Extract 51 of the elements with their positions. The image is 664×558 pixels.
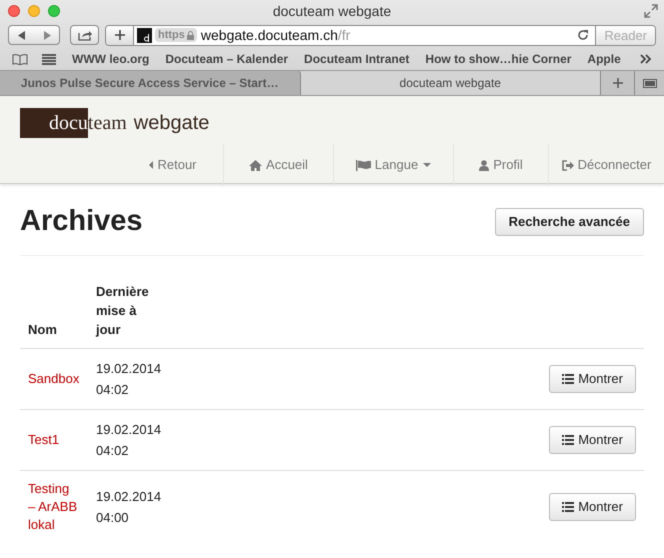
- close-button[interactable]: [8, 5, 20, 17]
- show-button[interactable]: Montrer: [549, 493, 636, 521]
- advanced-search-button[interactable]: Recherche avancée: [494, 208, 644, 236]
- table-cell-text: 19.02.2014 04:02: [96, 421, 162, 460]
- share-icon: [78, 30, 92, 40]
- share-button[interactable]: [70, 25, 99, 45]
- nav-link[interactable]: Accueil: [223, 144, 333, 186]
- window-title: docuteam webgate: [272, 2, 392, 21]
- bookmark-link[interactable]: Docuteam – Kalender: [165, 50, 288, 68]
- caret-icon: [423, 163, 432, 167]
- chevrons-icon[interactable]: [640, 54, 652, 64]
- browser-tab[interactable]: Junos Pulse Secure Access Service – Start…: [0, 71, 300, 95]
- fullscreen-icon[interactable]: [644, 4, 658, 18]
- sign-out-icon: [562, 160, 574, 170]
- archive-link[interactable]: Test1: [28, 431, 80, 449]
- column-header: Nom: [20, 282, 88, 348]
- zoom-button[interactable]: [48, 5, 60, 17]
- browser-tab[interactable]: docuteam webgate: [300, 71, 600, 95]
- nav-link[interactable]: Déconnecter: [548, 144, 664, 186]
- bookmark-link[interactable]: How to show…hie Corner: [425, 50, 572, 68]
- flag-icon: [356, 160, 371, 170]
- forward-icon[interactable]: [42, 30, 50, 40]
- nav-link[interactable]: Langue: [333, 144, 453, 186]
- bookmark-link[interactable]: WWW leo.org: [72, 50, 150, 68]
- list-icon: [562, 374, 574, 384]
- home-icon: [249, 160, 262, 170]
- bookmark-link[interactable]: Docuteam Intranet: [304, 50, 410, 68]
- left-arrow-icon: [149, 161, 154, 169]
- window-icon: [642, 78, 656, 88]
- bookmark-link[interactable]: Apple: [587, 50, 621, 68]
- page-title: Archives: [20, 204, 143, 239]
- back-forward-control[interactable]: [8, 25, 60, 45]
- list-icon: [562, 502, 574, 512]
- list-icon: [562, 435, 574, 445]
- nav-link[interactable]: Profil: [453, 144, 548, 186]
- tab-overview-button[interactable]: [634, 71, 664, 95]
- column-header: Dernière mise à jour: [88, 282, 172, 348]
- book-icon[interactable]: [12, 54, 28, 64]
- new-tab-button[interactable]: [600, 71, 634, 95]
- show-button[interactable]: Montrer: [549, 365, 636, 393]
- user-icon: [479, 160, 490, 170]
- plus-icon: [612, 78, 622, 88]
- show-button[interactable]: Montrer: [549, 426, 636, 454]
- table-cell-text: 19.02.2014 04:02: [96, 360, 162, 399]
- nav-link[interactable]: Retour: [123, 144, 223, 186]
- archive-link[interactable]: Sandbox: [28, 370, 80, 388]
- back-icon[interactable]: [18, 30, 26, 40]
- grid-icon[interactable]: [42, 54, 56, 64]
- archive-link[interactable]: Testing – ArABB lokal: [28, 480, 80, 534]
- table-cell-text: 19.02.2014 04:00: [96, 488, 162, 527]
- site-logo[interactable]: docuteam webgate: [20, 108, 210, 138]
